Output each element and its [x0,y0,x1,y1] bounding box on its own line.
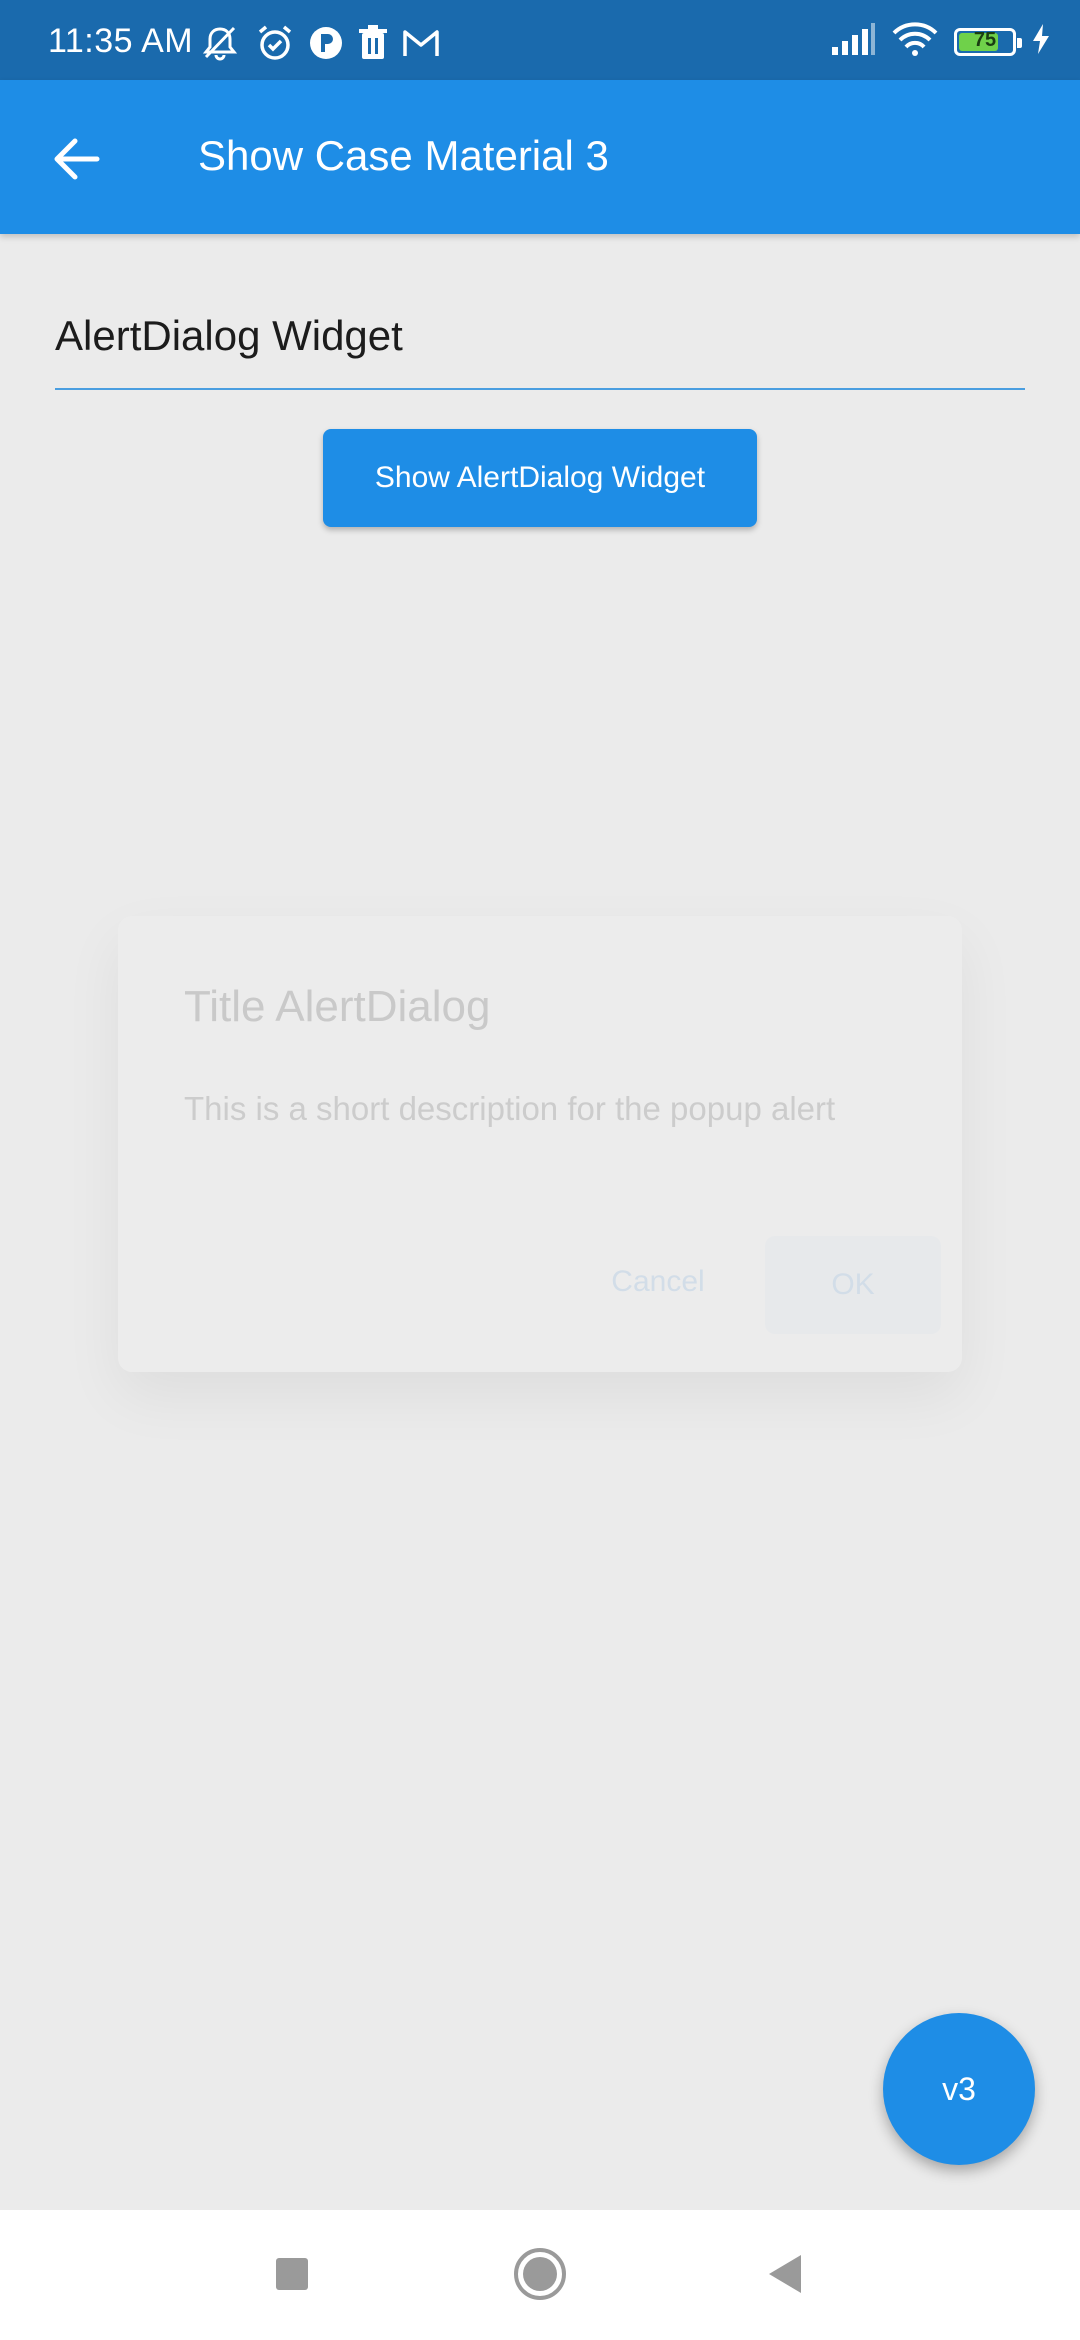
trash-icon [358,25,388,61]
mute-bell-icon [198,25,242,61]
recents-square-icon [276,2258,308,2290]
arrow-back-icon [54,138,100,180]
section-title: AlertDialog Widget [55,312,403,359]
back-triangle-icon [769,2255,801,2293]
status-bar: 11:35 AM 75 [0,0,1080,80]
wifi-icon [892,22,938,61]
gmail-icon [402,28,440,58]
back-button[interactable] [40,122,114,196]
dialog-cancel-button[interactable]: Cancel [568,1236,748,1328]
signal-icon [830,23,876,60]
charging-icon [1032,24,1050,59]
home-button[interactable] [500,2234,580,2314]
battery-level: 75 [973,28,997,51]
dialog-body: This is a short description for the popu… [184,1090,836,1127]
status-notification-icons [198,24,440,62]
page-title: Show Case Material 3 [198,132,609,179]
status-system-icons: 75 [830,22,1050,61]
section-divider [55,388,1025,390]
screen: 11:35 AM 75 Show Case Material 3 AlertDi… [0,0,1080,2340]
back-nav-button[interactable] [745,2234,825,2314]
app-bar: Show Case Material 3 [0,80,1080,234]
home-circle-icon [514,2248,566,2300]
dialog-ok-button[interactable]: OK [765,1236,941,1334]
alarm-icon [256,24,294,62]
version-fab[interactable]: v3 [883,2013,1035,2165]
status-time: 11:35 AM [48,22,194,60]
show-alertdialog-button[interactable]: Show AlertDialog Widget [323,429,757,527]
battery-tip [1017,37,1022,48]
recents-button[interactable] [252,2234,332,2314]
app-p-icon [308,25,344,61]
system-nav-bar [0,2210,1080,2340]
dialog-title: Title AlertDialog [184,982,491,1031]
battery-icon: 75 [954,27,1022,56]
alert-dialog: Title AlertDialog This is a short descri… [118,916,962,1372]
